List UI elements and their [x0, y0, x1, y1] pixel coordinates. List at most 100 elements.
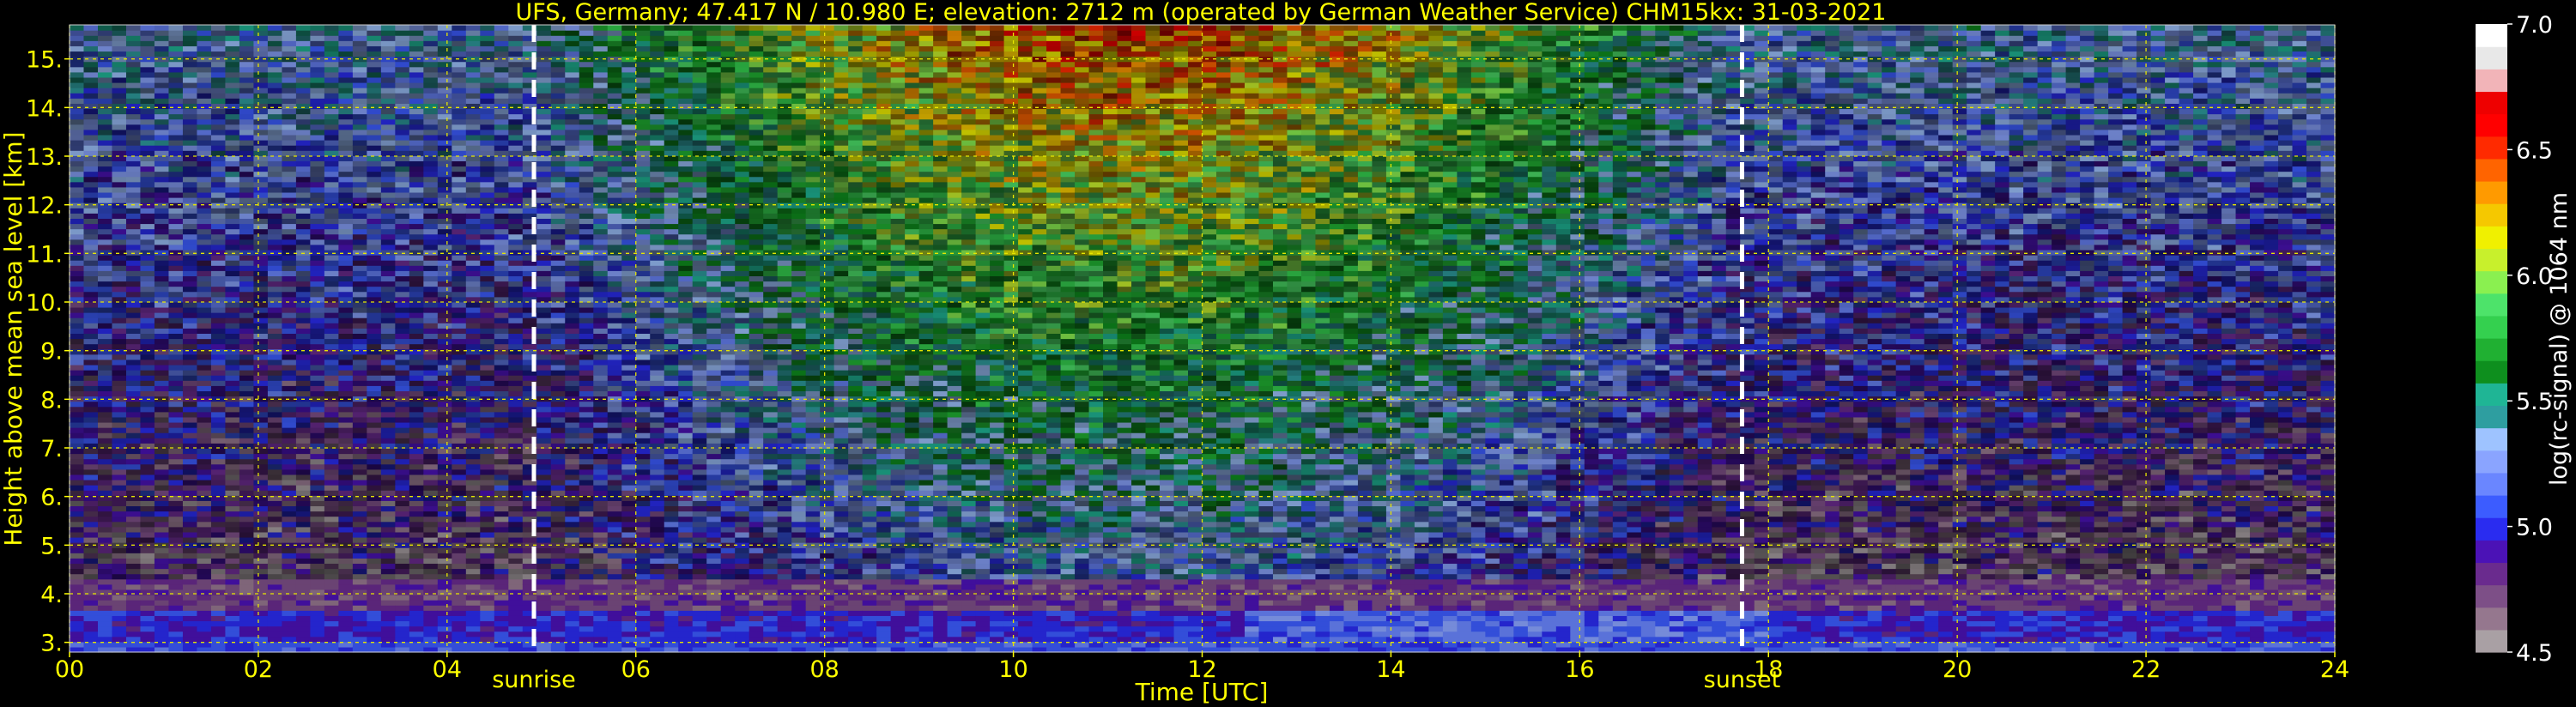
heatmap-cell [112, 88, 127, 94]
heatmap-cell [112, 213, 127, 219]
heatmap-cell [409, 343, 424, 350]
heatmap-cell [536, 30, 552, 36]
heatmap-cell [338, 45, 354, 52]
heatmap-cell [621, 275, 637, 282]
heatmap-cell [579, 25, 594, 31]
heatmap-cell [210, 239, 227, 245]
heatmap-cell [282, 30, 297, 36]
heatmap-cell [267, 448, 282, 455]
heatmap-cell [395, 93, 410, 99]
heatmap-cell [210, 468, 227, 475]
heatmap-cell [423, 301, 439, 308]
heatmap-cell [593, 338, 609, 345]
heatmap-cell [225, 625, 240, 632]
heatmap-cell [494, 113, 509, 120]
heatmap-cell [154, 270, 170, 276]
heatmap-cell [508, 255, 524, 261]
heatmap-cell [465, 359, 481, 366]
heatmap-cell [409, 370, 424, 376]
heatmap-cell [579, 228, 594, 235]
heatmap-cell [409, 103, 424, 110]
heatmap-cell [579, 620, 594, 627]
heatmap-cell [70, 140, 85, 146]
heatmap-cell [197, 411, 212, 418]
heatmap-cell [70, 583, 85, 590]
heatmap-cell [267, 291, 282, 298]
heatmap-cell [437, 432, 452, 438]
heatmap-cell [182, 354, 198, 360]
heatmap-cell [197, 82, 212, 88]
heatmap-cell [480, 610, 495, 616]
heatmap-cell [621, 511, 637, 517]
heatmap-cell [480, 348, 495, 355]
heatmap-cell [182, 348, 198, 355]
heatmap-cell [154, 40, 170, 46]
heatmap-cell [607, 223, 622, 230]
heatmap-cell [352, 134, 367, 141]
heatmap-cell [565, 490, 580, 496]
heatmap-cell [253, 505, 269, 512]
heatmap-cell [168, 380, 184, 386]
heatmap-cell [97, 140, 113, 146]
heatmap-cell [225, 312, 240, 318]
heatmap-cell [579, 348, 594, 355]
heatmap-cell [83, 270, 99, 276]
heatmap-cell [452, 573, 467, 580]
heatmap-cell [579, 323, 594, 329]
heatmap-cell [508, 421, 524, 428]
heatmap-cell [338, 317, 354, 323]
heatmap-cell [579, 202, 594, 208]
heatmap-cell [239, 239, 255, 245]
heatmap-cell [239, 526, 255, 533]
heatmap-cell [324, 547, 339, 553]
heatmap-cell [367, 328, 382, 335]
heatmap-cell [352, 186, 367, 193]
heatmap-cell [210, 558, 227, 565]
heatmap-cell [621, 301, 637, 308]
heatmap-cell [593, 228, 609, 235]
heatmap-cell [83, 323, 99, 329]
heatmap-cell [367, 479, 382, 486]
heatmap-cell [593, 30, 609, 36]
heatmap-cell [423, 343, 439, 350]
heatmap-cell [395, 448, 410, 455]
heatmap-cell [480, 333, 495, 340]
heatmap-cell [112, 610, 127, 616]
heatmap-cell [352, 615, 367, 622]
heatmap-cell [452, 265, 467, 271]
heatmap-cell [437, 463, 452, 470]
heatmap-cell [168, 160, 184, 167]
heatmap-cell [83, 385, 99, 392]
heatmap-cell [380, 93, 396, 99]
heatmap-cell [112, 286, 127, 293]
heatmap-cell [480, 270, 495, 276]
heatmap-cell [367, 578, 382, 585]
heatmap-cell [282, 286, 297, 293]
heatmap-cell [494, 485, 509, 491]
heatmap-cell [324, 600, 339, 606]
heatmap-cell [282, 563, 297, 570]
heatmap-cell [635, 150, 651, 156]
heatmap-cell [367, 610, 382, 616]
heatmap-cell [267, 98, 282, 104]
heatmap-cell [352, 150, 367, 156]
heatmap-cell [550, 468, 566, 475]
heatmap-cell [607, 348, 622, 355]
heatmap-cell [550, 160, 566, 167]
heatmap-cell [579, 306, 594, 313]
heatmap-cell [83, 453, 99, 460]
heatmap-cell [607, 531, 622, 538]
heatmap-cell [295, 485, 311, 491]
heatmap-cell [352, 531, 367, 538]
heatmap-cell [380, 380, 396, 386]
heatmap-cell [536, 176, 552, 183]
heatmap-cell [182, 531, 198, 538]
heatmap-cell [295, 375, 311, 381]
heatmap-cell [480, 375, 495, 381]
heatmap-cell [522, 343, 537, 350]
heatmap-cell [282, 432, 297, 438]
heatmap-cell [395, 625, 410, 632]
heatmap-cell [352, 416, 367, 423]
heatmap-cell [70, 88, 85, 94]
heatmap-cell [465, 338, 481, 345]
